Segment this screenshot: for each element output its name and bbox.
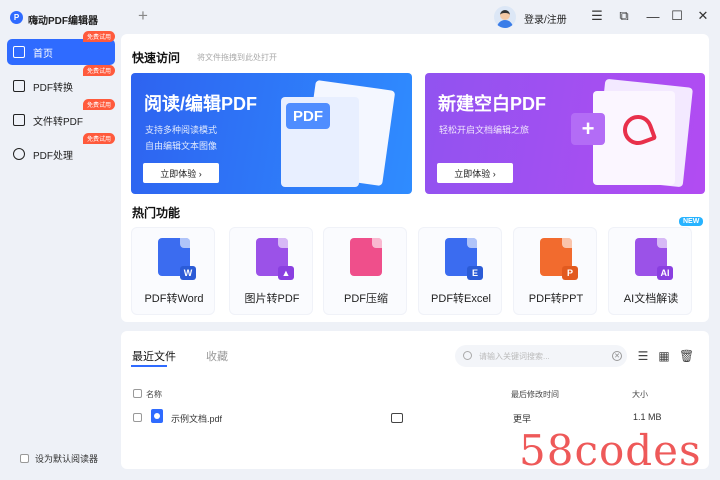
tab-favorites[interactable]: 收藏	[206, 348, 228, 364]
app-logo-icon: P	[10, 11, 23, 24]
pdf-tag-icon: PDF	[286, 103, 330, 129]
new-tab-button[interactable]: +	[138, 6, 148, 26]
banner-desc: 支持多种阅读模式	[145, 125, 218, 135]
free-trial-badge: 免费试用	[82, 133, 115, 144]
select-all-checkbox[interactable]	[133, 389, 142, 398]
main-panel: 快速访问 将文件拖拽到此处打开 阅读/编辑PDF 支持多种阅读模式 自由编辑文本…	[121, 34, 709, 322]
feature-pdf-compress[interactable]: PDF压缩	[323, 227, 407, 315]
file-size: 1.1 MB	[633, 412, 662, 422]
read-edit-pdf-banner[interactable]: 阅读/编辑PDF 支持多种阅读模式 自由编辑文本图像 立即体验 › PDF	[131, 73, 412, 194]
hot-features-title: 热门功能	[132, 206, 181, 220]
app-title: 嗨动PDF编辑器	[28, 16, 98, 27]
feature-label: PDF转Word	[144, 293, 204, 305]
quick-access-hint: 将文件拖拽到此处打开	[197, 53, 277, 62]
restore-window-icon[interactable]: ⧉	[616, 8, 632, 24]
open-folder-icon[interactable]	[391, 413, 403, 423]
column-header-size: 大小	[632, 390, 648, 399]
banner-desc: 轻松开启文档编辑之旅	[439, 125, 530, 135]
banner-desc: 自由编辑文本图像	[145, 141, 218, 151]
minimize-button[interactable]: —	[645, 8, 661, 24]
sidebar-item-label: PDF处理	[33, 150, 73, 162]
pdf-compress-icon	[350, 238, 382, 276]
feature-label: AI文档解读	[623, 293, 679, 305]
default-reader-label: 设为默认阅读器	[35, 454, 99, 464]
clear-search-icon[interactable]: ✕	[612, 351, 622, 361]
free-trial-badge: 免费试用	[82, 65, 115, 76]
process-icon	[13, 148, 25, 160]
plus-icon: +	[571, 113, 605, 145]
new-blank-pdf-banner[interactable]: 新建空白PDF 轻松开启文档编辑之旅 立即体验 › +	[425, 73, 705, 194]
pdf-to-excel-icon: E	[445, 238, 483, 280]
trash-icon[interactable]: 🗑	[679, 350, 694, 362]
menu-icon[interactable]: ☰	[589, 8, 605, 24]
sidebar-item-label: 文件转PDF	[33, 116, 83, 128]
try-now-button[interactable]: 立即体验 ›	[437, 163, 513, 183]
sidebar: 首页 免费试用 PDF转换 免费试用 文件转PDF 免费试用 PDF处理 免费试…	[0, 31, 120, 480]
grid-view-icon[interactable]: ▦	[658, 350, 670, 362]
search-placeholder: 请输入关键词搜索...	[479, 351, 550, 361]
feature-label: PDF转PPT	[528, 293, 584, 305]
title-bar: P 嗨动PDF编辑器 + 登录/注册 ☰ ⧉ — ☐ ✕	[0, 0, 720, 34]
list-view-icon[interactable]: ☰	[637, 350, 649, 362]
feature-pdf-to-excel[interactable]: E PDF转Excel	[418, 227, 502, 315]
pdf-file-icon	[151, 409, 163, 423]
maximize-button[interactable]: ☐	[669, 8, 685, 24]
free-trial-badge: 免费试用	[82, 99, 115, 110]
sidebar-item-home[interactable]: 首页 免费试用	[7, 31, 115, 65]
active-tab-indicator	[131, 365, 167, 367]
new-badge: NEW	[679, 217, 704, 226]
free-trial-badge: 免费试用	[82, 31, 115, 42]
sidebar-item-file-to-pdf[interactable]: 文件转PDF 免费试用	[7, 99, 115, 133]
feature-label: PDF转Excel	[431, 293, 491, 305]
file-name[interactable]: 示例文档.pdf	[171, 412, 222, 425]
feature-label: 图片转PDF	[244, 293, 300, 305]
hot-features: NEW W PDF转Word ▲ 图片转PDF PDF压缩 E PDF转Exce…	[131, 217, 707, 317]
tab-recent-files[interactable]: 最近文件	[132, 348, 176, 364]
sidebar-item-pdf-convert[interactable]: PDF转换 免费试用	[7, 65, 115, 99]
banner-title: 阅读/编辑PDF	[144, 94, 258, 114]
column-header-name: 名称	[146, 390, 162, 399]
file-modified: 更早	[513, 414, 532, 424]
avatar[interactable]	[494, 6, 516, 28]
sidebar-item-pdf-process[interactable]: PDF处理 免费试用	[7, 133, 115, 167]
default-reader-checkbox[interactable]: 设为默认阅读器	[20, 452, 98, 465]
image-to-pdf-icon: ▲	[256, 238, 294, 280]
feature-pdf-to-ppt[interactable]: P PDF转PPT	[513, 227, 597, 315]
search-input[interactable]: 请输入关键词搜索...	[455, 345, 627, 367]
pdf-to-word-icon: W	[158, 238, 196, 280]
feature-pdf-to-word[interactable]: W PDF转Word	[131, 227, 215, 315]
quick-access-title: 快速访问	[132, 51, 181, 65]
column-header-modified: 最后修改时间	[511, 390, 559, 399]
close-button[interactable]: ✕	[695, 8, 711, 24]
feature-ai-doc-reader[interactable]: AI AI文档解读	[608, 227, 692, 315]
try-now-button[interactable]: 立即体验 ›	[143, 163, 219, 183]
ai-doc-icon: AI	[635, 238, 673, 280]
sidebar-item-label: 首页	[33, 48, 53, 60]
convert-icon	[13, 80, 25, 92]
search-icon	[463, 351, 472, 360]
watermark: 58codes	[519, 426, 702, 475]
pdf-to-ppt-icon: P	[540, 238, 578, 280]
sidebar-item-label: PDF转换	[33, 82, 73, 94]
row-checkbox[interactable]	[133, 413, 142, 422]
text-file-icon	[13, 114, 25, 126]
feature-label: PDF压缩	[344, 293, 388, 305]
home-icon	[13, 46, 25, 58]
login-register-link[interactable]: 登录/注册	[524, 11, 567, 26]
banner-title: 新建空白PDF	[438, 94, 546, 114]
checkbox-icon[interactable]	[20, 454, 29, 463]
feature-image-to-pdf[interactable]: ▲ 图片转PDF	[229, 227, 313, 315]
